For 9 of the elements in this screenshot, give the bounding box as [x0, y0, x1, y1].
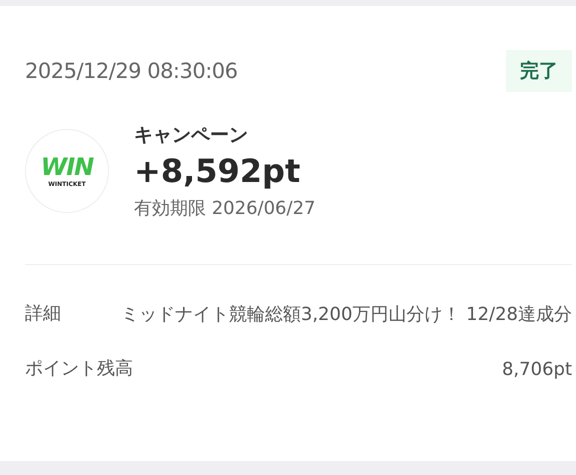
expiry-date: 有効期限 2026/06/27: [134, 197, 316, 220]
detail-value: ミッドナイト競輪総額3,200万円山分け！ 12/28達成分: [120, 303, 572, 327]
status-badge: 完了: [506, 50, 572, 92]
detail-value: 8,706pt: [502, 358, 572, 382]
transaction-datetime: 2025/12/29 08:30:06: [25, 59, 238, 83]
point-amount: +8,592pt: [134, 152, 302, 190]
detail-label: 詳細: [25, 302, 61, 326]
category-label: キャンペーン: [134, 123, 249, 148]
detail-label: ポイント残高: [25, 357, 133, 381]
